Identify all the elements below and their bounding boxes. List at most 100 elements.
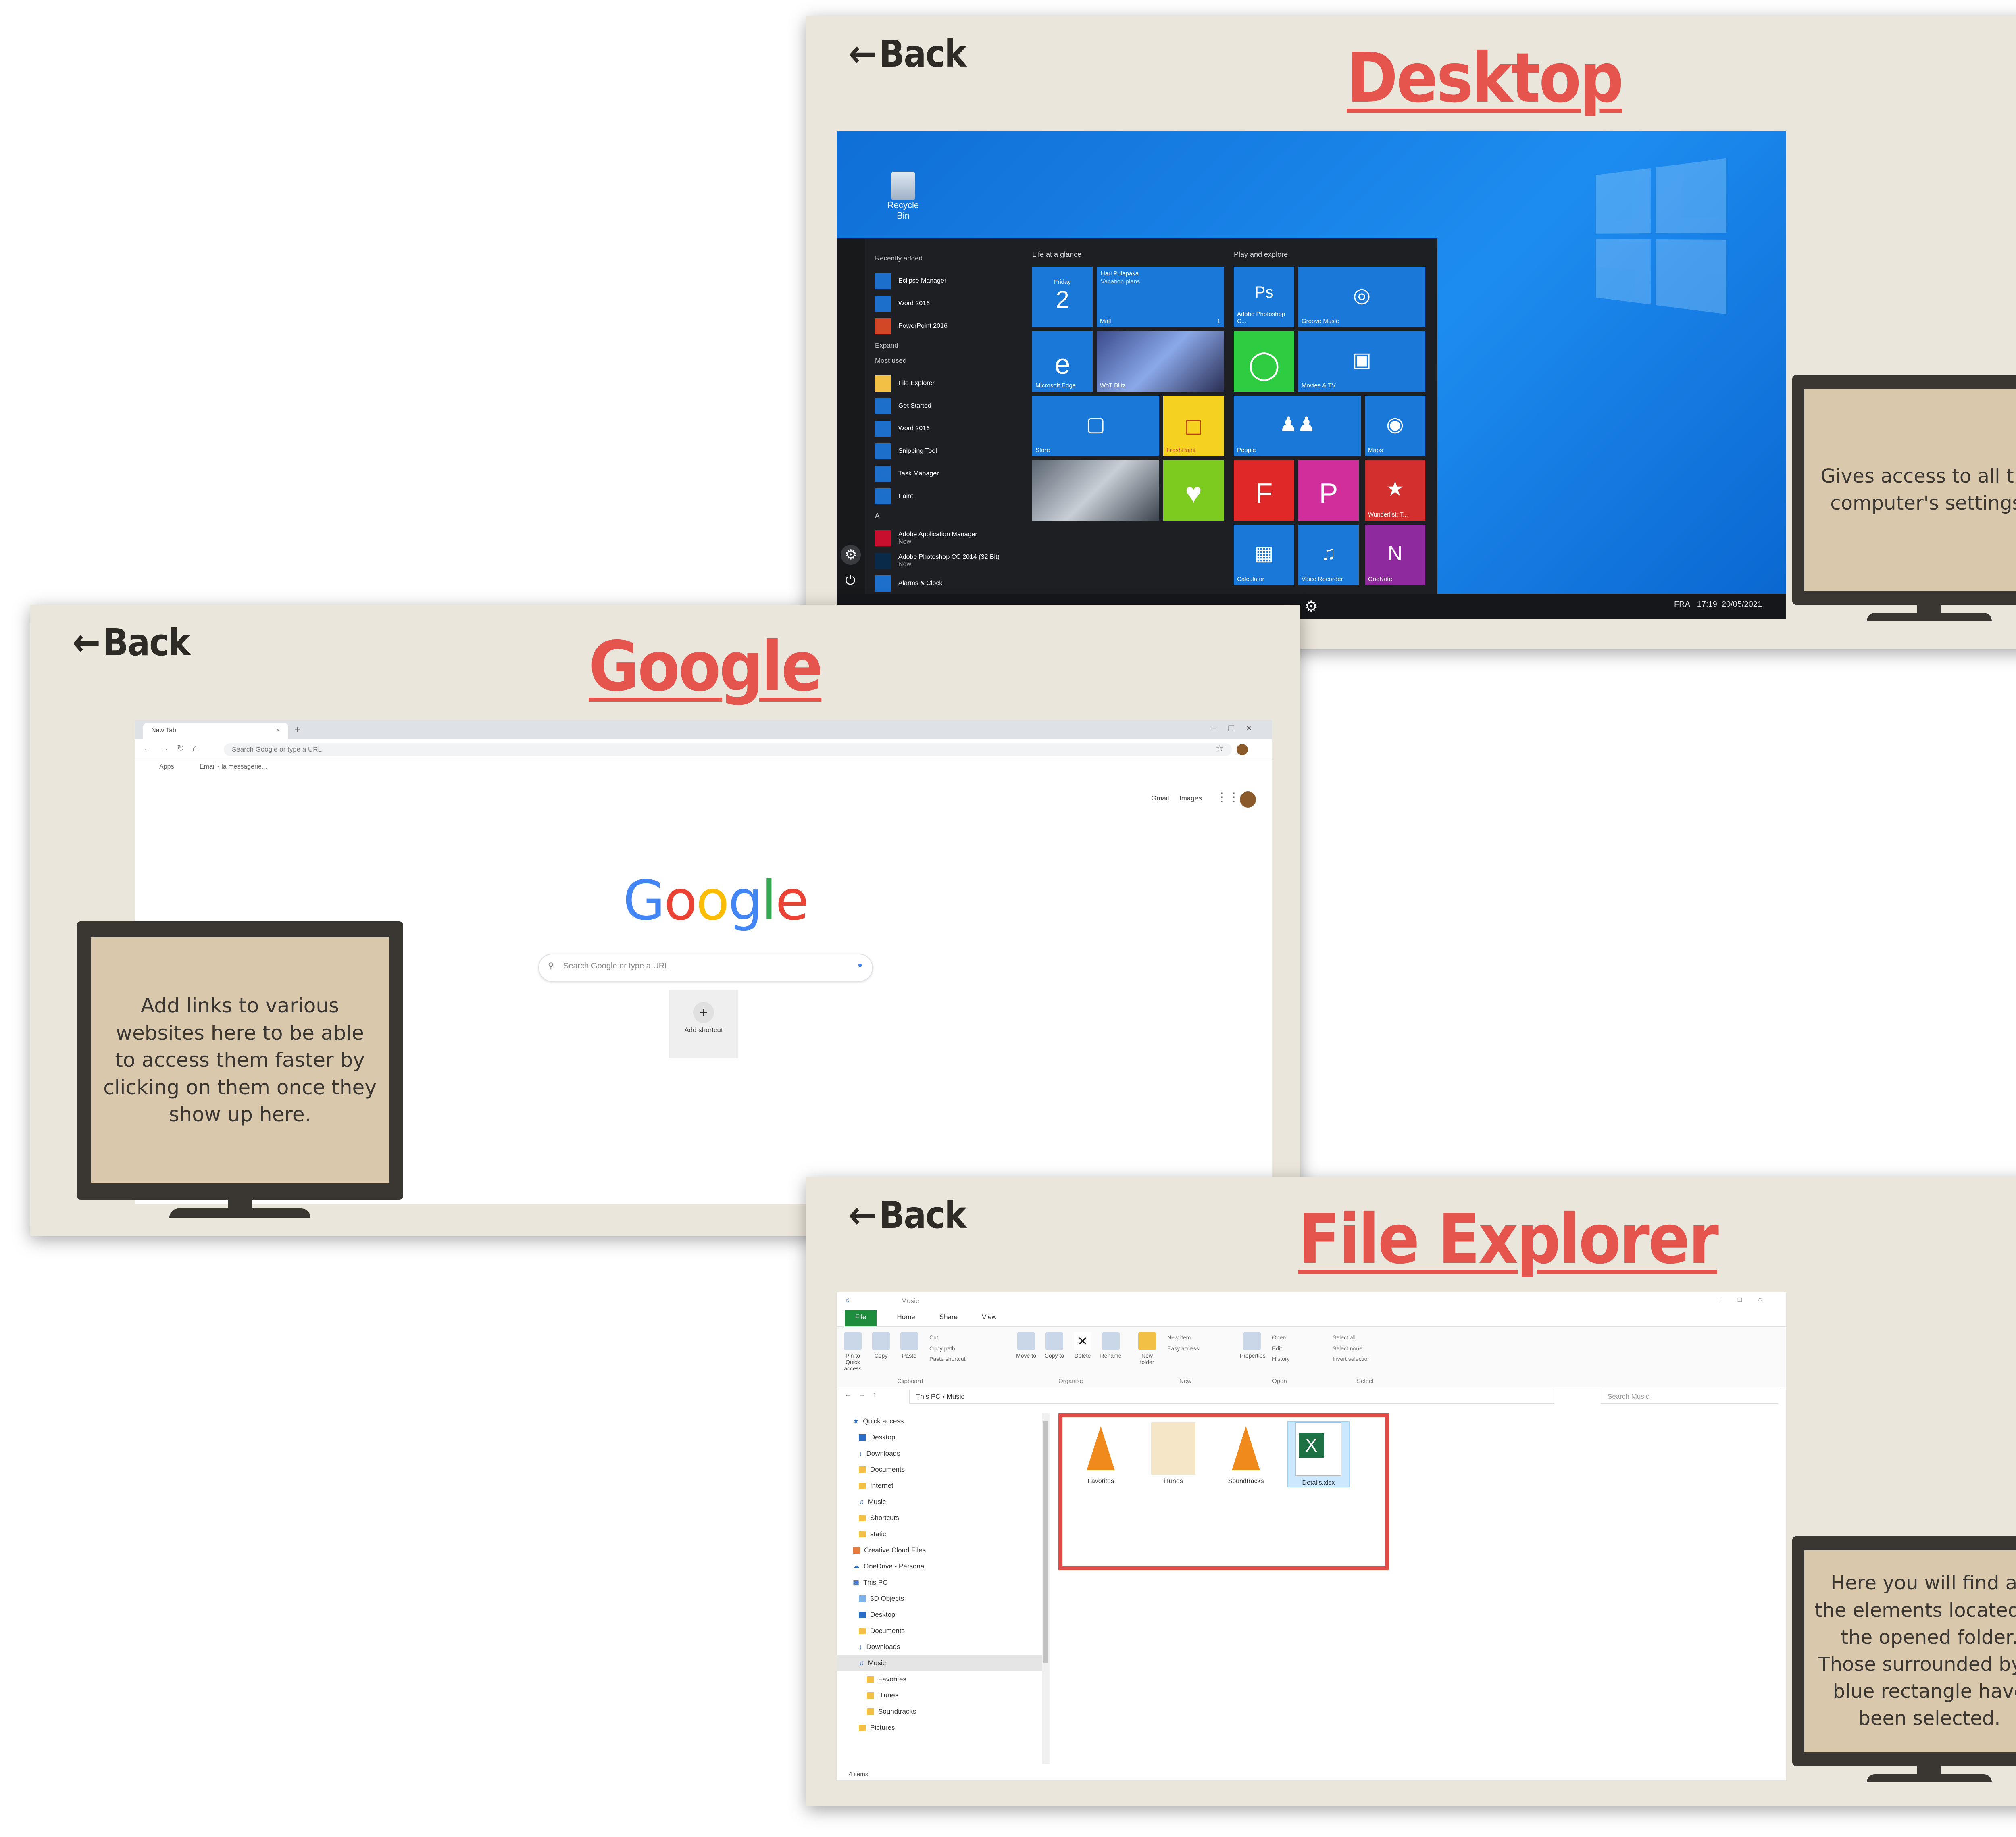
onenote-tile[interactable]: N OneNote <box>1365 525 1425 585</box>
system-tray[interactable]: FRA 17:19 20/05/2021 <box>1674 600 1762 609</box>
app-item[interactable]: File Explorer <box>875 372 1028 395</box>
freshpaint-tile[interactable]: □ FreshPaint <box>1163 396 1224 456</box>
paste-button[interactable]: Paste <box>897 1332 921 1359</box>
microphone-icon[interactable]: ● <box>858 961 862 970</box>
picsart-tile[interactable]: P <box>1298 460 1359 521</box>
app-item[interactable]: Word 2016 <box>875 417 1028 440</box>
new-folder-button[interactable]: New folder <box>1135 1332 1159 1365</box>
tree-item[interactable]: Desktop <box>837 1429 1042 1445</box>
back-button[interactable]: ← Back <box>849 1193 966 1237</box>
app-item[interactable]: Alarms & Clock <box>875 572 1028 595</box>
path-breadcrumb[interactable]: This PC › Music <box>909 1390 1554 1404</box>
gmail-link[interactable]: Gmail <box>1151 794 1169 802</box>
app-item[interactable]: Paint <box>875 485 1028 508</box>
app-item[interactable]: Adobe Application Manager New <box>875 527 1028 550</box>
images-link[interactable]: Images <box>1179 794 1202 802</box>
file-item[interactable]: iTunes <box>1143 1422 1204 1485</box>
taskbar-gear-icon[interactable]: ⚙ <box>1304 598 1318 616</box>
edge-tile[interactable]: e Microsoft Edge <box>1032 331 1093 392</box>
tree-item[interactable]: Documents <box>837 1623 1042 1639</box>
tree-item[interactable]: 3D Objects <box>837 1591 1042 1607</box>
voice-tile[interactable]: ♫ Voice Recorder <box>1298 525 1359 585</box>
search-input[interactable]: Search Music <box>1601 1390 1778 1404</box>
tree-item[interactable]: Soundtracks <box>837 1704 1042 1720</box>
tree-item[interactable]: Desktop <box>837 1607 1042 1623</box>
tree-item[interactable]: Pictures <box>837 1720 1042 1736</box>
browser-tab[interactable]: New Tab × <box>143 723 288 739</box>
wunderlist-tile[interactable]: ★ Wunderlist: T... <box>1365 460 1425 521</box>
tab-share[interactable]: Share <box>935 1310 962 1326</box>
photoshop-tile[interactable]: Ps Adobe Photoshop C... <box>1234 267 1294 327</box>
groove-tile[interactable]: ◎ Groove Music <box>1298 267 1425 327</box>
apps-bookmark[interactable]: Apps <box>159 763 174 771</box>
recycle-bin-icon[interactable]: Recycle Bin <box>885 172 921 221</box>
back-button[interactable]: ← Back <box>73 621 190 664</box>
app-item[interactable]: Snipping Tool <box>875 440 1028 462</box>
tree-item[interactable]: ♫ Music <box>837 1494 1042 1510</box>
window-controls[interactable]: –□× <box>1211 723 1264 734</box>
file-item-selected[interactable]: X Details.xlsx <box>1287 1421 1350 1487</box>
delete-button[interactable]: × Delete <box>1070 1332 1095 1359</box>
file-item[interactable]: Soundtracks <box>1216 1422 1276 1485</box>
tree-item[interactable]: Favorites <box>837 1671 1042 1687</box>
back-button[interactable]: ← Back <box>849 32 966 75</box>
calendar-tile[interactable]: Friday 2 <box>1032 267 1093 327</box>
new-small[interactable]: New item Easy access <box>1167 1332 1199 1354</box>
tree-item[interactable]: iTunes <box>837 1687 1042 1704</box>
copy-button[interactable]: Copy <box>869 1332 893 1359</box>
pin-button[interactable]: Pin to Quick access <box>841 1332 865 1372</box>
people-tile[interactable]: ♟♟ People <box>1234 396 1361 456</box>
tree-item[interactable]: Creative Cloud Files <box>837 1542 1042 1558</box>
close-icon[interactable]: × <box>277 727 280 734</box>
nav-icons[interactable]: ←→↻⌂ <box>143 743 206 754</box>
copy-to-button[interactable]: Copy to <box>1042 1332 1066 1359</box>
properties-button[interactable]: Properties <box>1240 1332 1266 1359</box>
rename-button[interactable]: Rename <box>1099 1332 1123 1359</box>
open-small[interactable]: Open Edit History <box>1272 1332 1290 1364</box>
tab-home[interactable]: Home <box>893 1310 919 1326</box>
tree-item[interactable]: Internet <box>837 1478 1042 1494</box>
app-item[interactable]: PowerPoint 2016 <box>875 315 1028 337</box>
file-item[interactable]: Favorites <box>1070 1422 1131 1485</box>
search-input[interactable]: ⚲ Search Google or type a URL ● <box>538 954 873 982</box>
new-tab-icon[interactable]: + <box>294 723 301 736</box>
movies-tile[interactable]: ▣ Movies & TV <box>1298 331 1425 392</box>
app-item[interactable]: Word 2016 <box>875 292 1028 315</box>
calculator-tile[interactable]: ▦ Calculator <box>1234 525 1294 585</box>
star-icon[interactable]: ☆ <box>1216 743 1224 754</box>
add-shortcut-button[interactable]: + Add shortcut <box>669 990 738 1058</box>
tree-item[interactable]: static <box>837 1526 1042 1542</box>
maps-tile[interactable]: ◉ Maps <box>1365 396 1425 456</box>
expand-link[interactable]: Expand <box>875 342 1028 350</box>
tree-item[interactable]: ☁ OneDrive - Personal <box>837 1558 1042 1575</box>
wot-tile[interactable]: WoT Blitz <box>1097 331 1224 392</box>
select-small[interactable]: Select all Select none Invert selection <box>1333 1332 1370 1364</box>
app-item[interactable]: Eclipse Manager <box>875 270 1028 292</box>
halo-tile[interactable] <box>1032 460 1159 521</box>
app-item[interactable]: Task Manager <box>875 462 1028 485</box>
game-tile[interactable]: ♥ <box>1163 460 1224 521</box>
tree-item[interactable]: ↓ Downloads <box>837 1639 1042 1655</box>
email-bookmark[interactable]: Email - la messagerie... <box>200 763 267 771</box>
tree-item[interactable]: ▦ This PC <box>837 1575 1042 1591</box>
tree-item[interactable]: ↓ Downloads <box>837 1445 1042 1462</box>
profile-avatar[interactable] <box>1237 744 1248 755</box>
tree-item[interactable]: ♫ Music <box>837 1655 1042 1671</box>
store-tile[interactable]: ▢ Store <box>1032 396 1159 456</box>
nav-arrows-icon[interactable]: ←→↑ <box>845 1391 884 1399</box>
url-input[interactable]: Search Google or type a URL <box>224 743 1232 756</box>
power-icon[interactable]: ⏻ <box>842 573 858 589</box>
tab-view[interactable]: View <box>978 1310 1001 1326</box>
mail-tile[interactable]: Hari Pulapaka Vacation plans Mail 1 <box>1097 267 1224 327</box>
flipboard-tile[interactable]: F <box>1234 460 1294 521</box>
settings-gear-icon[interactable]: ⚙ <box>841 545 861 565</box>
tree-item[interactable]: Shortcuts <box>837 1510 1042 1526</box>
tree-item[interactable]: ★ Quick access <box>837 1413 1042 1429</box>
move-to-button[interactable]: Move to <box>1014 1332 1038 1359</box>
account-avatar[interactable] <box>1240 791 1256 808</box>
app-item[interactable]: Get Started <box>875 395 1028 417</box>
spotify-tile[interactable]: ◯ <box>1234 331 1294 392</box>
app-item[interactable]: Adobe Photoshop CC 2014 (32 Bit) New <box>875 550 1028 572</box>
window-controls[interactable]: –□× <box>1718 1295 1778 1304</box>
tree-item[interactable]: Documents <box>837 1462 1042 1478</box>
